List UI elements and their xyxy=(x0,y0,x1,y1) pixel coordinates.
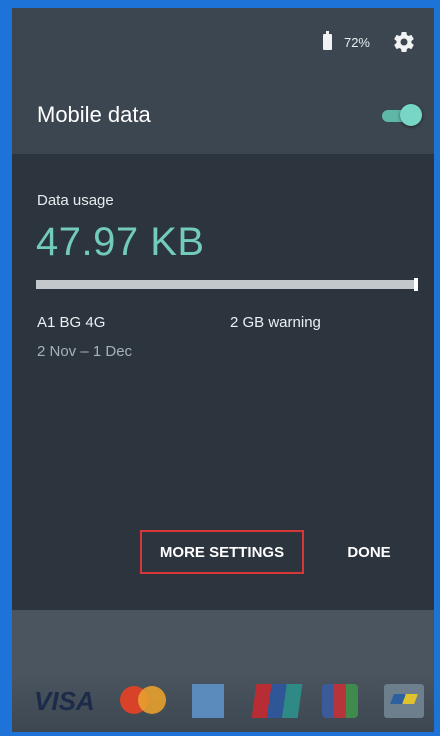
mastercard-orange-circle xyxy=(138,686,166,714)
visa-logo: VISA xyxy=(34,685,95,716)
more-settings-button[interactable]: MORE SETTINGS xyxy=(140,530,304,574)
jcb-logo xyxy=(322,684,358,718)
mastercard-logo xyxy=(120,684,168,718)
usage-progress-bar xyxy=(36,278,418,291)
phone-screen: 72% Mobile data Data usage 47.97 KB A1 B… xyxy=(12,8,434,732)
mobile-data-toggle[interactable] xyxy=(378,104,422,126)
data-usage-panel: Data usage 47.97 KB A1 BG 4G 2 GB warnin… xyxy=(12,154,434,610)
done-button[interactable]: DONE xyxy=(337,530,401,574)
carrier-name: A1 BG 4G xyxy=(37,314,106,331)
usage-label: Data usage xyxy=(37,192,114,209)
payment-logos: VISA xyxy=(12,672,434,732)
toggle-thumb xyxy=(400,104,422,126)
usage-value: 47.97 KB xyxy=(36,220,205,264)
data-warning: 2 GB warning xyxy=(230,314,321,331)
battery-percentage: 72% xyxy=(343,34,370,50)
billing-period: 2 Nov – 1 Dec xyxy=(37,343,133,360)
limit-marker xyxy=(414,278,418,291)
gear-icon[interactable] xyxy=(392,30,416,54)
battery-icon xyxy=(322,31,332,50)
unionpay-logo xyxy=(251,684,303,718)
amex-logo xyxy=(192,684,224,718)
page-title: Mobile data xyxy=(37,102,151,127)
settings-header: 72% Mobile data xyxy=(12,8,434,154)
bancontact-logo xyxy=(384,684,424,718)
status-bar: 72% xyxy=(322,31,370,50)
